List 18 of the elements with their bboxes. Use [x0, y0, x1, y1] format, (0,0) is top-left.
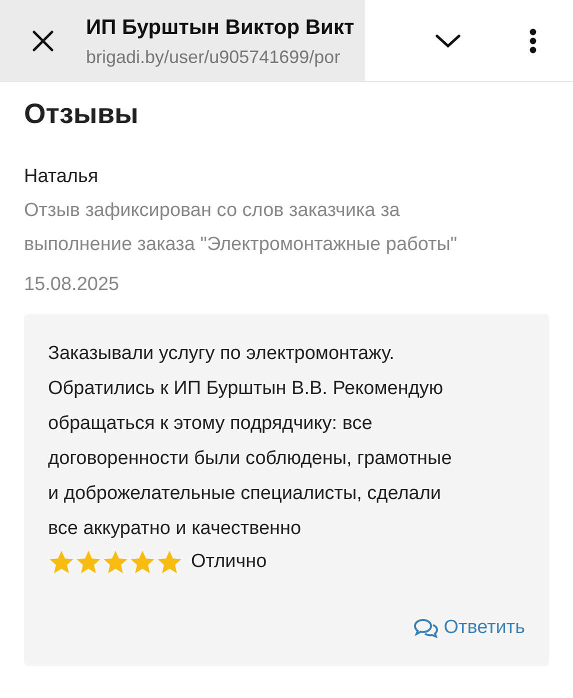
rating-label: Отлично: [191, 550, 267, 574]
review-note: Отзыв зафиксирован со слов заказчика за выполнение заказа "Электромонтажные работы": [24, 199, 458, 257]
review-date: 15.08.2025: [24, 273, 120, 297]
section-title: Отзывы: [24, 97, 140, 131]
page-url: brigadi.by/user/u905741699/por: [86, 46, 342, 69]
star-icon: [129, 548, 156, 576]
chevron-down-icon[interactable]: [435, 32, 461, 48]
close-icon[interactable]: [32, 30, 54, 52]
page-title: ИП Бурштын Виктор Викт: [86, 14, 354, 40]
star-icon: [48, 548, 75, 576]
review-author: Наталья: [24, 165, 100, 189]
chat-bubbles-icon: [414, 618, 438, 638]
star-icon: [75, 548, 102, 576]
review-text: Заказывали услугу по электромонтажу. Обратились к ИП Бурштын В.В. Рекомендую обращаться к этому подрядчику: все договоренности были соблюдены, грамотные и доброжелательные специалисты, сделали все аккуратно и качественно: [48, 342, 453, 541]
star-icon: [102, 548, 129, 576]
star-icon: [156, 548, 183, 576]
reply-link[interactable]: Ответить: [414, 614, 525, 642]
more-menu-icon[interactable]: [529, 28, 537, 54]
